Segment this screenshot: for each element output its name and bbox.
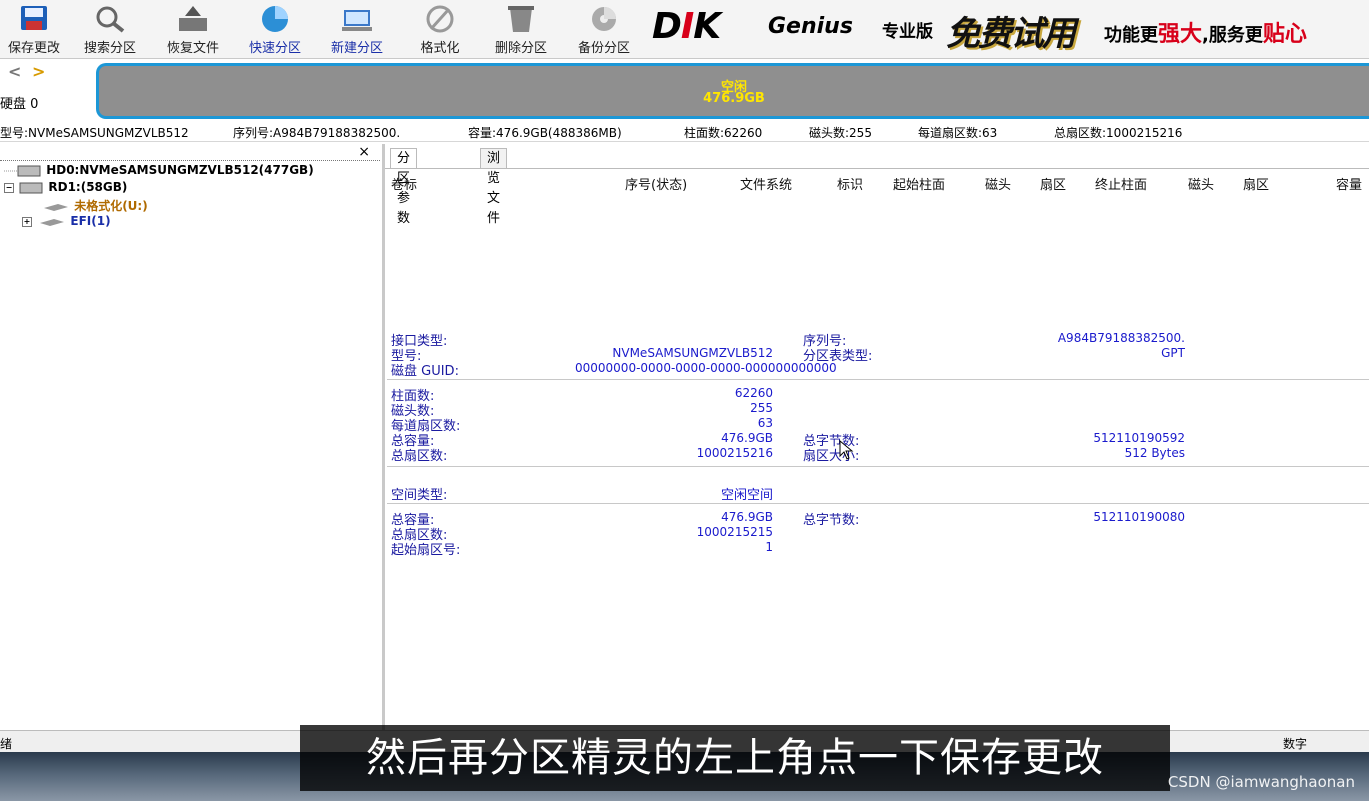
back-arrow-icon[interactable]: < [8,62,21,81]
free-capacity-value: 476.9GB [721,510,773,524]
col-end-sector[interactable]: 扇区 [1243,174,1269,193]
col-index-status[interactable]: 序号(状态) [625,174,687,193]
disk-nav: < > 硬盘 0 [0,60,100,122]
disk-guid-label: 磁盘 GUID: [391,364,459,379]
search-icon [96,6,125,33]
col-file-system[interactable]: 文件系统 [740,174,792,193]
expand-icon[interactable]: + [22,216,32,227]
space-size: 476.9GB [703,91,765,106]
disk-guid-value: 00000000-0000-0000-0000-000000000000 [575,361,837,375]
status-text: 绪 [0,737,13,751]
col-start-sector[interactable]: 扇区 [1040,174,1066,193]
start-sector-value: 1 [765,540,773,554]
delete-partition-button[interactable]: 删除分区 [482,0,560,58]
free-bytes-value: 512110190080 [1093,510,1185,524]
space-type-value: 空闲空间 [720,488,773,503]
col-start-head[interactable]: 磁头 [985,174,1011,193]
sectors-per-track-value: 63 [757,416,773,430]
video-subtitle: 然后再分区精灵的左上角点一下保存更改 [300,725,1170,791]
restore-files-button[interactable]: 恢复文件 [154,0,232,58]
col-end-cylinder[interactable]: 终止柱面 [1095,174,1147,193]
disk-space-bar[interactable]: 空闲 476.9GB [96,63,1369,119]
new-partition-icon [342,10,372,31]
mouse-cursor-icon [839,440,854,460]
delete-icon [508,6,534,32]
disk-info-line: 型号:NVMeSAMSUNGMZVLB512 序列号:A984B79188382… [0,122,1369,142]
free-bytes-label: 总字节数: [803,513,860,528]
restore-icon [179,6,207,31]
col-capacity[interactable]: 容量 [1336,174,1362,193]
backup-icon [592,7,616,31]
quick-partition-icon [262,6,288,32]
brand-slogan: 功能更强大,服务更贴心 [1104,22,1307,47]
brand-logo: DIK [652,6,721,47]
partition-icon [40,218,65,226]
info-serial: 序列号:A984B79188382500. [233,126,401,140]
info-total-sectors: 总扇区数:1000215216 [1054,126,1183,140]
quick-partition-button[interactable]: 快速分区 [236,0,314,58]
start-sector-label: 起始扇区号: [391,543,461,558]
total-bytes-value: 512110190592 [1093,431,1185,445]
tree-panel-header: × [0,144,380,161]
total-capacity-value: 476.9GB [721,431,773,445]
numlock-indicator: 数字 [1283,737,1308,751]
info-capacity: 容量:476.9GB(488386MB) [468,126,622,140]
sector-size-value: 512 Bytes [1124,446,1185,460]
brand-edition: 专业版 [882,22,933,42]
info-sectors-per-track: 每道扇区数:63 [918,126,998,140]
total-sectors-value: 1000215216 [696,446,773,460]
info-model: 型号:NVMeSAMSUNGMZVLB512 [0,126,189,140]
save-icon [21,6,47,30]
tab-browse-files[interactable]: 浏览文件 [480,148,508,226]
partition-icon [44,203,68,211]
free-trial-banner: 免费试用 [946,14,1076,54]
partition-details-panel: 分区参数 浏览文件 卷标 序号(状态) 文件系统 标识 起始柱面 磁头 扇区 终… [385,144,1369,730]
tree-item-hd0[interactable]: HD0:NVMeSAMSUNGMZVLB512(477GB) [4,163,314,177]
cylinders-value: 62260 [734,386,773,400]
col-start-cylinder[interactable]: 起始柱面 [893,174,945,193]
col-volume-label[interactable]: 卷标 [391,174,417,193]
serial-value: A984B79188382500. [1057,331,1185,345]
watermark: CSDN @iamwanghaonan [1167,773,1355,791]
model-value: NVMeSAMSUNGMZVLB512 [612,346,773,360]
tree-item-efi[interactable]: + EFI(1) [22,214,111,228]
col-id[interactable]: 标识 [837,174,863,193]
disk-tree-panel: × HD0:NVMeSAMSUNGMZVLB512(477GB) − RD1:(… [0,144,385,730]
total-sectors-label: 总扇区数: [391,449,448,464]
new-partition-button[interactable]: 新建分区 [318,0,396,58]
hard-disk-icon [19,182,43,193]
info-heads: 磁头数:255 [809,126,872,140]
disk-label: 硬盘 0 [0,97,39,112]
format-icon [426,5,454,33]
close-icon[interactable]: × [358,144,370,160]
toolbar: 保存更改 搜索分区 恢复文件 快速分区 新建分区 格式化 删除分区 备份分区 D… [0,0,1369,59]
info-cylinders: 柱面数:62260 [684,126,763,140]
brand-logo-suffix: Genius [768,14,853,39]
collapse-icon[interactable]: − [4,182,14,193]
tree-item-rd1[interactable]: − RD1:(58GB) [4,180,127,194]
tab-partition-params[interactable]: 分区参数 [390,148,418,226]
col-end-head[interactable]: 磁头 [1188,174,1214,193]
table-type-value: GPT [1161,346,1185,360]
tree-item-unformatted[interactable]: 未格式化(U:) [40,197,148,214]
hard-disk-icon [4,165,41,176]
heads-value: 255 [750,401,773,415]
search-partition-button[interactable]: 搜索分区 [72,0,148,58]
save-button[interactable]: 保存更改 [0,0,68,58]
format-button[interactable]: 格式化 [402,0,478,58]
space-type-label: 空间类型: [391,488,448,503]
backup-partition-button[interactable]: 备份分区 [564,0,644,58]
brand-banner: DIK Genius 专业版 免费试用 功能更强大,服务更贴心 [646,0,1369,58]
free-sectors-value: 1000215215 [696,525,773,539]
forward-arrow-icon[interactable]: > [32,62,45,81]
